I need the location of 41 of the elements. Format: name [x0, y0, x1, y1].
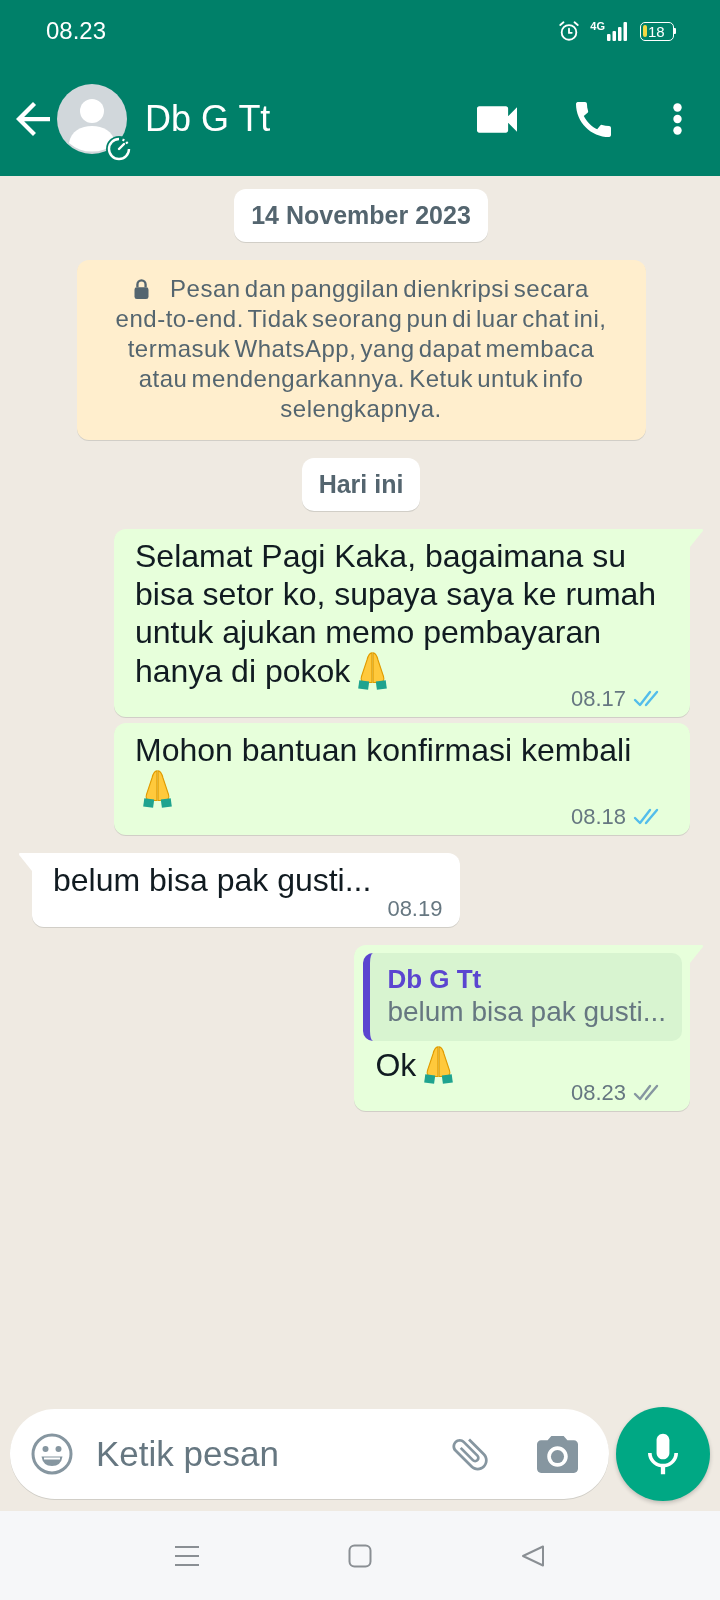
- message-text: Ok: [375, 1047, 417, 1083]
- avatar-icon[interactable]: [57, 84, 127, 154]
- phone-icon[interactable]: [576, 101, 611, 137]
- message-text: Selamat Pagi Kaka, bagaimana su bisa setor ko, supaya saya ke rumah untuk ajukan memo pembayaran hanya di pokok: [135, 538, 657, 689]
- status-time: 08.23: [46, 17, 108, 45]
- quoted-message[interactable]: Db G Tt belum bisa pak gusti...: [363, 953, 682, 1041]
- microphone-icon: [648, 1433, 678, 1475]
- menu-icon[interactable]: [173, 1543, 200, 1568]
- message-time: 08.17: [570, 689, 626, 709]
- voice-message-button[interactable]: [616, 1407, 710, 1501]
- back-arrow-icon[interactable]: [16, 102, 50, 136]
- message-input-bar[interactable]: Ketik pesan: [10, 1409, 609, 1499]
- network-type-label: 4G: [590, 20, 605, 32]
- message-bubble[interactable]: belum bisa pak gusti... 08.19: [32, 853, 461, 927]
- more-options-icon[interactable]: [673, 103, 682, 135]
- message-time: 08.19: [387, 899, 443, 919]
- message-text: belum bisa pak gusti...: [53, 862, 372, 898]
- smiley-icon[interactable]: [30, 1432, 74, 1476]
- lock-icon: [133, 278, 151, 299]
- message-input[interactable]: Ketik pesan: [96, 1434, 440, 1474]
- signal-icon: [606, 21, 628, 41]
- battery-indicator: 18: [640, 21, 676, 41]
- camera-icon[interactable]: [537, 1435, 578, 1473]
- message-text: Mohon bantuan konfirmasi kembali: [135, 732, 632, 768]
- date-separator: 14 November 2023: [234, 189, 488, 242]
- message-bubble[interactable]: Mohon bantuan konfirmasi kembali 08.18: [114, 723, 690, 835]
- contact-name[interactable]: Db G Tt: [145, 98, 477, 140]
- message-time: 08.23: [570, 1083, 626, 1103]
- alarm-clock-icon: [558, 20, 581, 42]
- message-time: 08.18: [570, 807, 626, 827]
- message-bubble[interactable]: Db G Tt belum bisa pak gusti... Ok 08.23: [354, 945, 690, 1111]
- quoted-message-text: belum bisa pak gusti...: [387, 995, 666, 1029]
- encryption-notice[interactable]: Pesan dan panggilan dienkripsi secara end-to-end. Tidak seorang pun di luar chat ini, termasuk WhatsApp, yang dapat membaca atau mendengarkannya. Ketuk untuk info selengkapnya.: [76, 260, 646, 440]
- home-icon[interactable]: [347, 1543, 373, 1568]
- quoted-sender-name: Db G Tt: [387, 963, 483, 995]
- back-icon[interactable]: [520, 1543, 547, 1568]
- date-separator: Hari ini: [301, 458, 421, 511]
- timer-icon: [104, 134, 134, 164]
- bubble-tail: [18, 853, 32, 871]
- message-bubble[interactable]: Selamat Pagi Kaka, bagaimana su bisa setor ko, supaya saya ke rumah untuk ajukan memo pembayaran hanya di pokok 08.17: [114, 529, 690, 717]
- video-call-icon[interactable]: [477, 105, 517, 133]
